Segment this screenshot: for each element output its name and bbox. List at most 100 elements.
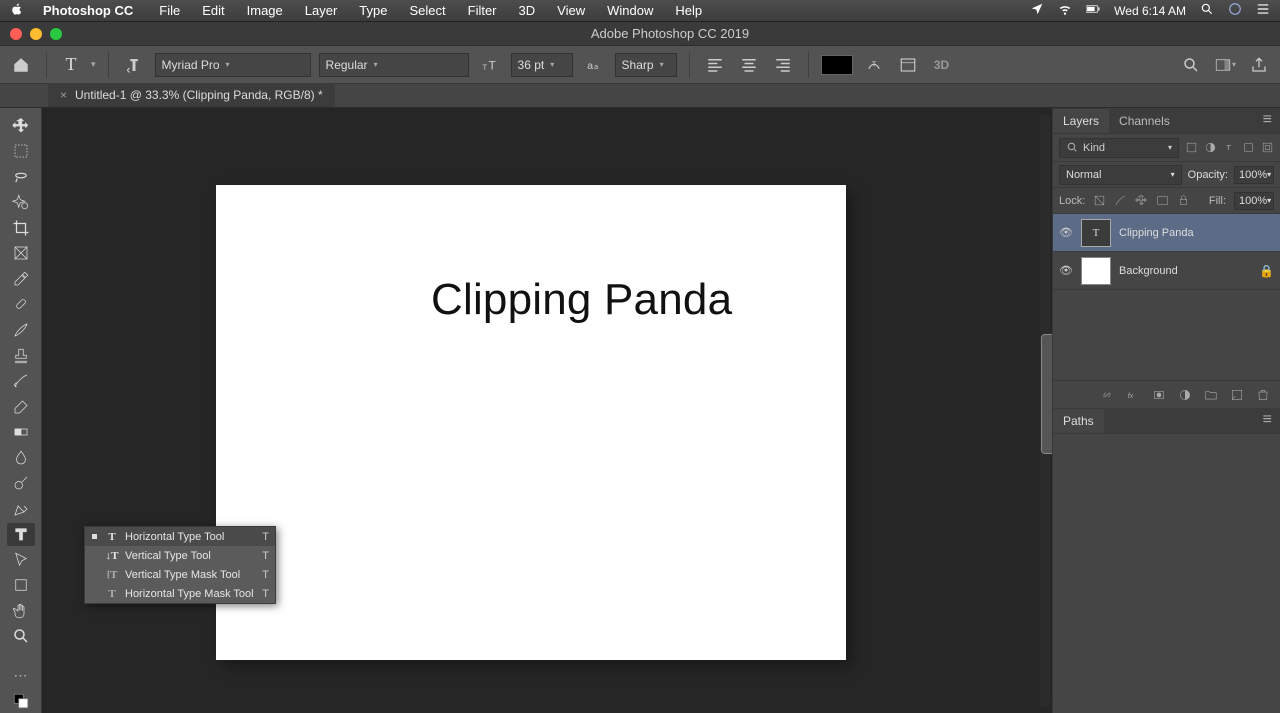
layer-name[interactable]: Background [1119,265,1178,277]
close-tab-icon[interactable]: × [60,88,67,102]
window-minimize[interactable] [30,28,42,40]
location-icon[interactable] [1030,2,1044,19]
battery-icon[interactable] [1086,2,1100,19]
panel-menu-icon[interactable]: ≡ [1255,407,1280,433]
font-size-dropdown[interactable]: 36 pt▾ [511,53,573,77]
menu-window[interactable]: Window [598,1,662,20]
lock-icon[interactable]: 🔒 [1259,264,1274,278]
scrollbar-thumb[interactable] [1041,334,1052,454]
character-panel-icon[interactable] [895,52,921,78]
fill-field[interactable]: 100%▾ [1234,192,1274,210]
window-maximize[interactable] [50,28,62,40]
home-button[interactable] [8,52,34,78]
font-style-dropdown[interactable]: Regular▾ [319,53,469,77]
lock-position-icon[interactable] [1135,194,1148,207]
eraser-tool[interactable] [7,395,35,419]
heal-tool[interactable] [7,293,35,317]
filter-type-icon[interactable]: T [1223,141,1236,154]
layer-name[interactable]: Clipping Panda [1119,227,1194,239]
menu-filter[interactable]: Filter [459,1,506,20]
align-center-icon[interactable] [736,52,762,78]
font-family-dropdown[interactable]: Myriad Pro▾ [155,53,311,77]
canvas-text[interactable]: Clipping Panda [431,275,732,325]
text-orientation-icon[interactable] [121,52,147,78]
brush-tool[interactable] [7,318,35,342]
lasso-tool[interactable] [7,165,35,189]
filter-smart-icon[interactable] [1261,141,1274,154]
mask-icon[interactable] [1152,388,1166,402]
filter-shape-icon[interactable] [1242,141,1255,154]
apple-icon[interactable] [10,2,24,19]
visibility-icon[interactable]: 👁 [1059,226,1073,239]
antialias-dropdown[interactable]: Sharp▾ [615,53,677,77]
layer-background[interactable]: 👁 Background 🔒 [1053,252,1280,290]
lock-image-icon[interactable] [1114,194,1127,207]
blur-tool[interactable] [7,446,35,470]
hand-tool[interactable] [7,599,35,623]
menu-type[interactable]: Type [350,1,396,20]
blend-mode-dropdown[interactable]: Normal▾ [1059,165,1182,185]
vertical-scrollbar[interactable] [1040,114,1050,707]
menu-file[interactable]: File [150,1,189,20]
color-swatches[interactable] [7,689,35,713]
layer-thumbnail[interactable] [1081,257,1111,285]
canvas-area[interactable]: Clipping Panda T Horizontal Type ToolT ↓… [42,108,1052,713]
workspace-icon[interactable]: ▾ [1212,52,1238,78]
align-left-icon[interactable] [702,52,728,78]
type-tool[interactable] [7,523,35,547]
filter-adjust-icon[interactable] [1204,141,1217,154]
new-layer-icon[interactable] [1230,388,1244,402]
pen-tool[interactable] [7,497,35,521]
3d-icon[interactable]: 3D [929,52,955,78]
app-name[interactable]: Photoshop CC [34,1,142,20]
link-icon[interactable] [1100,388,1114,402]
menu-view[interactable]: View [548,1,594,20]
spotlight-icon[interactable] [1200,2,1214,19]
trash-icon[interactable] [1256,388,1270,402]
menu-select[interactable]: Select [400,1,454,20]
filter-kind[interactable]: Kind▾ [1059,138,1179,158]
notification-icon[interactable] [1256,2,1270,19]
lock-transparent-icon[interactable] [1093,194,1106,207]
path-select-tool[interactable] [7,548,35,572]
tab-layers[interactable]: Layers [1053,109,1109,133]
wifi-icon[interactable] [1058,2,1072,19]
flyout-item-vertical-type-mask[interactable]: ⁞T Vertical Type Mask ToolT [85,565,275,584]
edit-toolbar[interactable]: ⋯ [7,664,35,688]
zoom-tool[interactable] [7,625,35,649]
current-tool-icon[interactable]: T [59,53,83,77]
frame-tool[interactable] [7,242,35,266]
flyout-item-horizontal-type-mask[interactable]: T Horizontal Type Mask ToolT [85,584,275,603]
gradient-tool[interactable] [7,420,35,444]
dodge-tool[interactable] [7,471,35,495]
document-tab[interactable]: × Untitled-1 @ 33.3% (Clipping Panda, RG… [48,83,335,107]
filter-pixel-icon[interactable] [1185,141,1198,154]
text-color-swatch[interactable] [821,55,853,75]
tab-channels[interactable]: Channels [1109,109,1180,133]
menu-layer[interactable]: Layer [296,1,347,20]
history-brush-tool[interactable] [7,369,35,393]
lock-all-icon[interactable] [1177,194,1190,207]
move-tool[interactable] [7,114,35,138]
adjustment-icon[interactable] [1178,388,1192,402]
menu-edit[interactable]: Edit [193,1,233,20]
menu-help[interactable]: Help [666,1,711,20]
fx-icon[interactable]: fx [1126,388,1140,402]
marquee-tool[interactable] [7,140,35,164]
window-close[interactable] [10,28,22,40]
canvas[interactable]: Clipping Panda [216,185,846,660]
menu-3d[interactable]: 3D [510,1,545,20]
search-icon[interactable] [1178,52,1204,78]
group-icon[interactable] [1204,388,1218,402]
flyout-item-vertical-type[interactable]: ↓T Vertical Type ToolT [85,546,275,565]
menu-image[interactable]: Image [238,1,292,20]
shape-tool[interactable] [7,574,35,598]
opacity-field[interactable]: 100%▾ [1234,166,1274,184]
share-icon[interactable] [1246,52,1272,78]
panel-menu-icon[interactable]: ≡ [1255,107,1280,133]
stamp-tool[interactable] [7,344,35,368]
layer-thumbnail[interactable]: T [1081,219,1111,247]
paths-panel[interactable] [1053,434,1280,713]
lock-nesting-icon[interactable] [1156,194,1169,207]
clock[interactable]: Wed 6:14 AM [1114,4,1186,18]
